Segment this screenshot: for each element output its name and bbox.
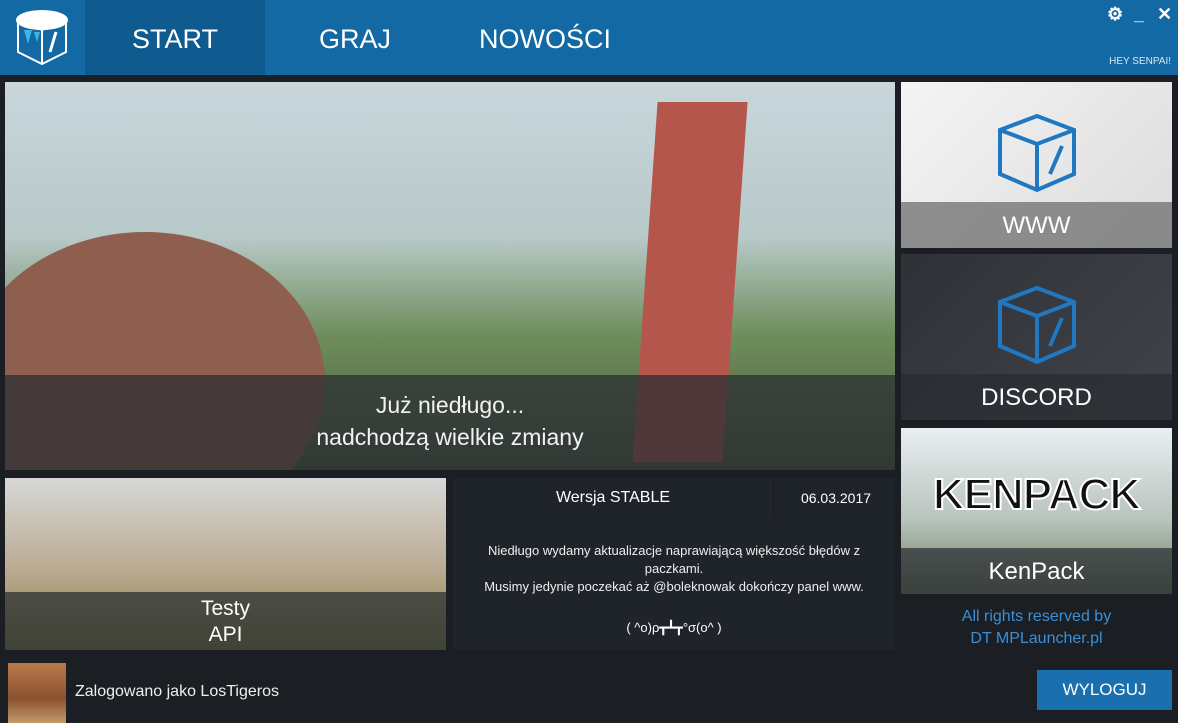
testy-line2: API — [208, 623, 243, 646]
tab-graj[interactable]: GRAJ — [265, 0, 445, 75]
logged-in-text: Zalogowano jako LosTigeros — [75, 683, 279, 700]
avatar — [8, 663, 66, 723]
tab-nowosci[interactable]: NOWOŚCI — [460, 0, 630, 75]
news-emote: ( ^o)ρ┳┻┳°σ(o^ ) — [626, 620, 722, 635]
news-body-line1: Niedługo wydamy aktualizacje naprawiając… — [487, 543, 861, 576]
testy-api-tile[interactable]: Testy API — [5, 478, 446, 650]
rights-line1: All rights reserved by — [961, 608, 1112, 625]
gear-icon[interactable]: ⚙ — [1107, 4, 1123, 25]
news-date: 06.03.2017 — [800, 490, 872, 506]
minimize-icon[interactable]: _ — [1134, 4, 1144, 25]
kenpack-label: KenPack — [901, 548, 1172, 594]
bottom-bar: Zalogowano jako LosTigeros WYLOGUJ — [0, 655, 1178, 723]
hero-line1: Już niedługo... — [375, 392, 525, 418]
news-body-line2: Musimy jedynie poczekać aż @boleknowak d… — [484, 579, 864, 594]
rights-line2[interactable]: DT MPLauncher.pl — [901, 628, 1172, 650]
cube-logo-icon — [998, 113, 1076, 193]
www-tile[interactable]: WWW — [901, 82, 1172, 248]
hero-caption: Już niedługo... nadchodzą wielkie zmiany — [5, 375, 895, 470]
rights-text: All rights reserved by DT MPLauncher.pl — [901, 606, 1172, 650]
discord-label: DISCORD — [901, 374, 1172, 420]
greeting: HEY SENPAI! — [1109, 56, 1171, 67]
hero-banner[interactable]: Już niedługo... nadchodzą wielkie zmiany — [5, 82, 895, 470]
close-icon[interactable]: ✕ — [1157, 4, 1172, 25]
kenpack-logo: KENPACK — [932, 469, 1142, 520]
testy-line1: Testy — [200, 597, 250, 620]
news-panel: Wersja STABLE 06.03.2017 Niedługo wydamy… — [453, 478, 895, 650]
tab-start[interactable]: START — [85, 0, 265, 75]
testy-label: Testy API — [5, 592, 446, 650]
hero-line2: nadchodzą wielkie zmiany — [316, 424, 584, 450]
app-logo-icon — [16, 10, 68, 66]
cube-logo-icon — [998, 285, 1076, 365]
news-body: Niedługo wydamy aktualizacje naprawiając… — [453, 542, 895, 596]
kenpack-tile[interactable]: KENPACK KenPack — [901, 428, 1172, 594]
www-label: WWW — [901, 202, 1172, 248]
logout-button[interactable]: WYLOGUJ — [1037, 670, 1172, 710]
header: START GRAJ NOWOŚCI ⚙ _ ✕ HEY SENPAI! — [0, 0, 1178, 75]
news-version: Wersja STABLE — [453, 478, 775, 518]
discord-tile[interactable]: DISCORD — [901, 254, 1172, 420]
